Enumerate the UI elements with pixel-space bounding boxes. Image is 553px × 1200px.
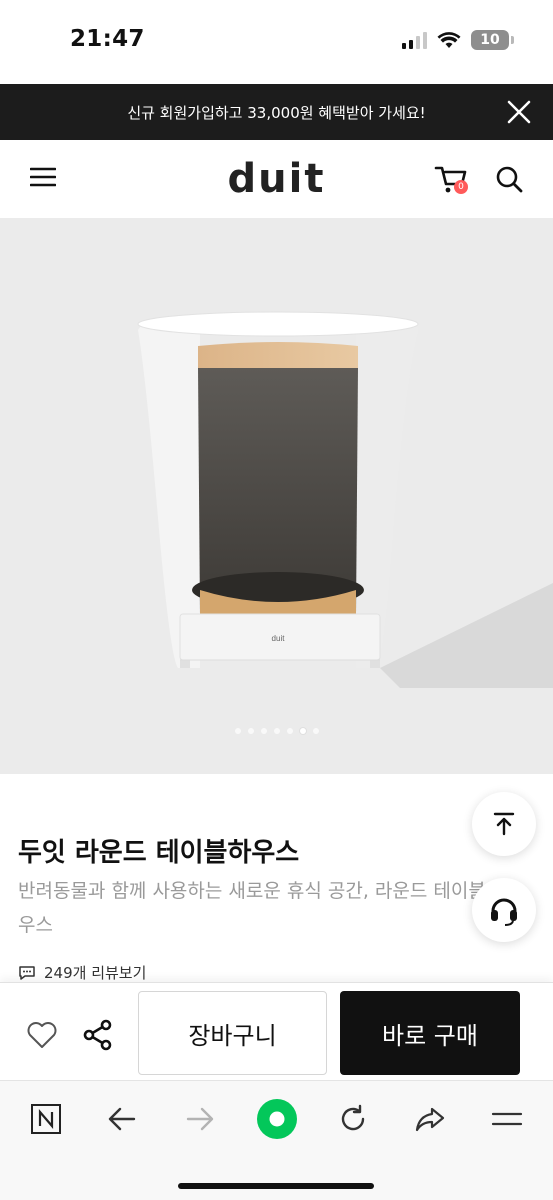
heart-icon[interactable]: [26, 1021, 58, 1049]
carousel-dot-active[interactable]: [299, 728, 306, 734]
naver-n-icon: [31, 1104, 61, 1134]
battery-icon: 10: [471, 30, 514, 50]
carousel-dot[interactable]: [312, 728, 319, 734]
home-indicator: [178, 1183, 374, 1189]
arrow-right-icon: [186, 1107, 214, 1131]
headset-icon: [491, 898, 517, 926]
site-header: duit 0: [0, 140, 553, 218]
customer-support-button[interactable]: [472, 878, 536, 942]
status-icons: 10: [402, 30, 514, 50]
product-brand-mark: duit: [272, 634, 286, 643]
back-button[interactable]: [102, 1099, 142, 1139]
product-title: 두잇 라운드 테이블하우스: [18, 838, 300, 868]
review-link[interactable]: 249개 리뷰보기: [18, 962, 146, 983]
product-image: duit: [137, 311, 553, 688]
scroll-to-top-button[interactable]: [472, 792, 536, 856]
wifi-icon: [437, 32, 461, 48]
status-time: 21:47: [70, 26, 145, 52]
browser-menu-button[interactable]: [487, 1099, 527, 1139]
duit-logo[interactable]: duit: [0, 156, 553, 202]
cart-count-badge: 0: [454, 180, 468, 194]
arrow-up-to-line-icon: [493, 812, 515, 836]
green-dot-button[interactable]: [255, 1097, 299, 1141]
cart-button[interactable]: 0: [434, 162, 470, 196]
promo-banner-text: 신규 회원가입하고 33,000원 혜택받아 가세요!: [127, 103, 426, 122]
close-icon[interactable]: [505, 98, 533, 126]
carousel-dot[interactable]: [273, 728, 280, 734]
menu-lines-icon: [491, 1112, 523, 1126]
carousel-dot[interactable]: [286, 728, 293, 734]
product-image-carousel[interactable]: duit: [0, 218, 553, 774]
carousel-dot[interactable]: [247, 728, 254, 734]
share-icon[interactable]: [82, 1019, 114, 1051]
product-subtitle: 반려동물과 함께 사용하는 새로운 휴식 공간, 라운드 테이블하우스: [18, 880, 504, 936]
product-info: 두잇 라운드 테이블하우스 반려동물과 함께 사용하는 새로운 휴식 공간, 라…: [0, 774, 553, 984]
chat-bubble-icon: [19, 965, 35, 980]
promo-banner[interactable]: 신규 회원가입하고 33,000원 혜택받아 가세요!: [0, 84, 553, 140]
naver-home-button[interactable]: [26, 1099, 66, 1139]
refresh-icon: [341, 1104, 365, 1131]
add-to-cart-button[interactable]: 장바구니: [138, 991, 327, 1075]
search-icon[interactable]: [494, 164, 524, 194]
forward-button[interactable]: [180, 1099, 220, 1139]
carousel-dot[interactable]: [260, 728, 267, 734]
carousel-dots: [0, 728, 553, 734]
status-bar: 21:47 10: [0, 0, 553, 82]
buy-now-button[interactable]: 바로 구매: [340, 991, 520, 1075]
browser-toolbar: [0, 1080, 553, 1200]
cellular-signal-icon: [402, 31, 427, 49]
review-link-label: 249개 리뷰보기: [44, 964, 147, 982]
share-page-button[interactable]: [410, 1099, 450, 1139]
forward-share-icon: [415, 1107, 445, 1132]
carousel-dot[interactable]: [234, 728, 241, 734]
green-dot-icon: [257, 1099, 297, 1139]
arrow-left-icon: [108, 1107, 136, 1131]
refresh-button[interactable]: [333, 1099, 373, 1139]
purchase-action-bar: 장바구니 바로 구매: [0, 982, 553, 1080]
